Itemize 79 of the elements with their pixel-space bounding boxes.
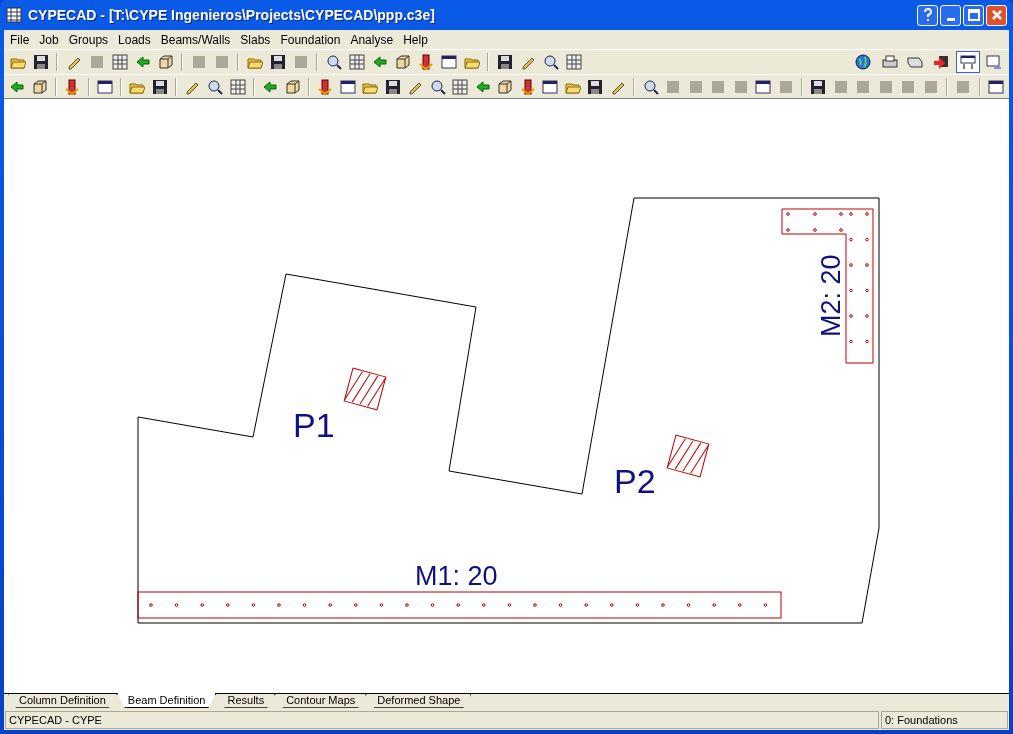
- floppy-icon: [384, 78, 401, 95]
- grid-icon: [348, 54, 365, 70]
- floppy-icon: [496, 54, 513, 70]
- plotter-icon: [906, 54, 923, 70]
- sheet-tab[interactable]: Beam Definition: [116, 693, 217, 708]
- grid-icon: [452, 78, 469, 95]
- greyed-square-icon: [777, 78, 794, 95]
- box-icon: [284, 78, 301, 95]
- greyed-square-icon: [922, 78, 939, 95]
- arrow-icon: [371, 54, 388, 70]
- minimize-icon: [946, 17, 955, 21]
- magnifier-icon: [642, 78, 659, 95]
- menu-item[interactable]: Loads: [113, 30, 156, 49]
- menu-item[interactable]: Slabs: [235, 30, 276, 49]
- sheet-tab[interactable]: Column Definition: [8, 694, 117, 708]
- sheet-tab[interactable]: Contour Maps: [275, 694, 367, 708]
- greyed-square-icon: [665, 78, 682, 95]
- export-arrow-icon: [933, 54, 949, 70]
- sheet-tab[interactable]: Deformed Shape: [366, 694, 472, 708]
- grid-icon: [111, 54, 128, 70]
- menu-item[interactable]: Help: [398, 30, 433, 49]
- window-title: CYPECAD - [T:\CYPE Ingenieros\Projects\CYPECAD\ppp.c3e]: [28, 5, 436, 25]
- magnifier-icon: [325, 54, 342, 70]
- globe-icon: [855, 54, 871, 70]
- greyed-square-icon: [900, 78, 917, 95]
- printer-icon: [881, 54, 898, 70]
- menu-item[interactable]: Beams/Walls: [155, 30, 236, 49]
- app-grid-icon: [6, 7, 22, 23]
- greyed-square-icon: [855, 78, 872, 95]
- greyed-square-icon: [292, 54, 309, 70]
- floppy-icon: [587, 78, 604, 95]
- hatched-column: [666, 434, 710, 478]
- close-button[interactable]: [986, 4, 1007, 26]
- greyed-square-icon: [732, 78, 749, 95]
- floppy-icon: [810, 78, 827, 95]
- box-icon: [394, 54, 411, 70]
- status-floor: 0: Foundations: [881, 710, 1008, 729]
- help-button[interactable]: [917, 4, 938, 26]
- greyed-square-icon: [955, 78, 972, 95]
- greyed-square-icon: [190, 54, 207, 70]
- floppy-icon: [151, 78, 168, 95]
- greyed-square-icon: [710, 78, 727, 95]
- maximize-button[interactable]: [963, 4, 984, 26]
- menu-item[interactable]: Job: [34, 30, 64, 49]
- minimize-button[interactable]: [940, 4, 961, 26]
- greyed-square-icon: [213, 54, 230, 70]
- status-text: CYPECAD - CYPE: [5, 710, 879, 729]
- box-icon: [497, 78, 514, 95]
- question-icon: [922, 8, 933, 22]
- menu-item[interactable]: File: [5, 30, 35, 49]
- column-label: P2: [614, 462, 656, 500]
- wall-label: M2: 20: [816, 254, 846, 337]
- arrow-icon: [474, 78, 491, 95]
- greyed-square-icon: [877, 78, 894, 95]
- greyed-square-icon: [88, 54, 105, 70]
- menu-item[interactable]: Groups: [63, 30, 114, 49]
- grid-icon: [565, 54, 582, 70]
- menu-item[interactable]: Foundation: [275, 30, 346, 49]
- arrow-icon: [134, 54, 151, 70]
- floppy-icon: [32, 54, 49, 70]
- box-icon: [31, 78, 48, 95]
- arrow-icon: [9, 78, 26, 95]
- greyed-square-icon: [687, 78, 704, 95]
- sheet-tab[interactable]: Results: [216, 694, 276, 708]
- magnifier-icon: [207, 78, 223, 95]
- magnifier-icon: [542, 54, 559, 70]
- wall-label: M1: 20: [415, 561, 498, 591]
- maximize-icon: [967, 9, 980, 21]
- close-icon: [990, 9, 1003, 21]
- magnifier-icon: [429, 78, 446, 95]
- box-icon: [157, 54, 174, 70]
- menu-item[interactable]: Analyse: [345, 30, 399, 49]
- toolbar-button[interactable]: [956, 51, 980, 73]
- floppy-icon: [269, 54, 286, 70]
- greyed-square-icon: [832, 78, 849, 95]
- column-label: P1: [293, 406, 335, 444]
- hatched-column: [343, 367, 387, 411]
- grid-icon: [229, 78, 246, 95]
- arrow-icon: [262, 78, 279, 95]
